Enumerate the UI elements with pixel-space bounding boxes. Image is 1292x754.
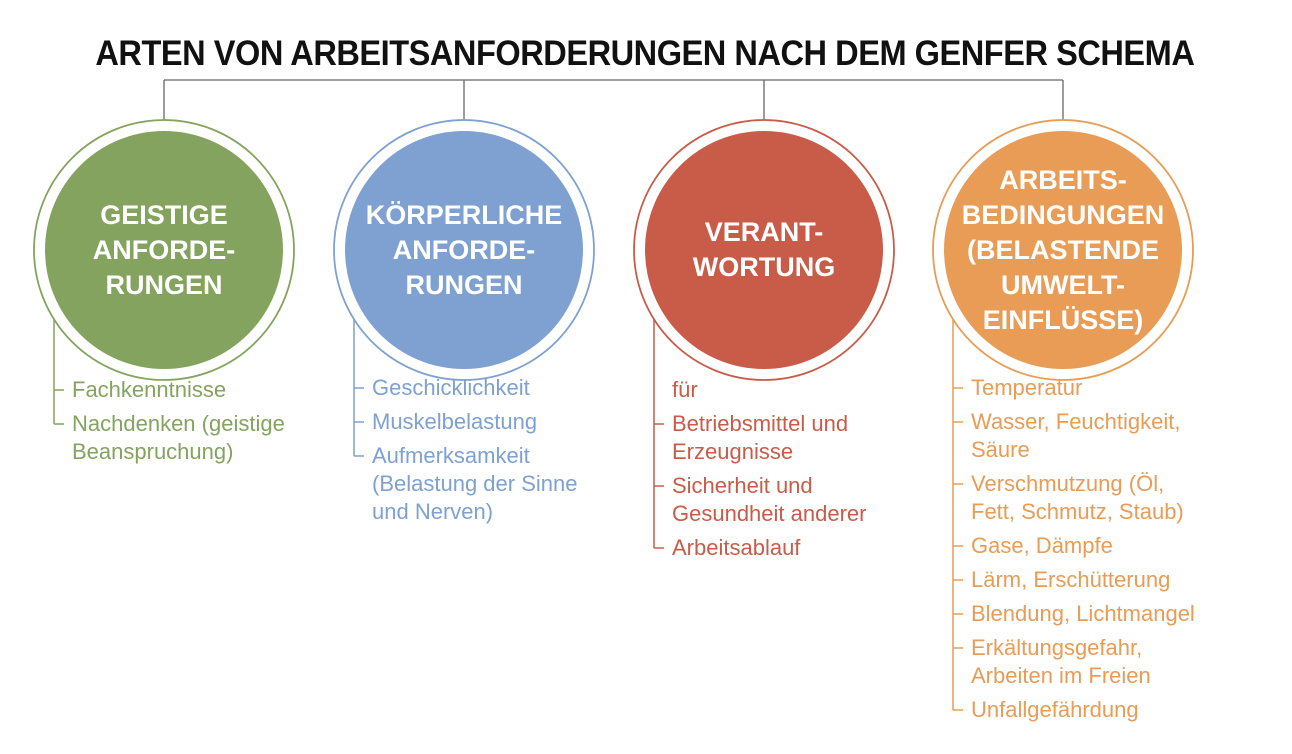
arbeitsbedingungen-list-item: Gase, Dämpfe [971,532,1113,560]
arbeitsbedingungen-list-item-line: Arbeiten im Freien [971,663,1151,688]
arbeitsbedingungen-list-item: Lärm, Erschütterung [971,566,1170,594]
koerperliche-list-item-line: Aufmerksamkeit [372,443,530,468]
arbeitsbedingungen-list-item: Unfallgefährdung [971,696,1139,724]
geistige-label-text: GEISTIGE ANFORDE- RUNGEN [93,198,236,303]
arbeitsbedingungen-list-item: Wasser, Feuchtigkeit, Säure [971,408,1180,464]
koerperliche-list-item: Muskelbelastung [372,408,537,436]
koerperliche-list-item: Geschicklichkeit [372,374,530,402]
verantwortung-list-item-line: Sicherheit und [672,473,813,498]
geistige-list-item-line: Beanspruchung) [72,439,234,464]
verantwortung-list-item-line: Arbeitsablauf [672,535,801,560]
arbeitsbedingungen-list-item: Blendung, Lichtmangel [971,600,1195,628]
koerperliche-list-item-line: Geschicklichkeit [372,375,530,400]
koerperliche-label-line: ANFORDE- [392,234,536,265]
koerperliche-list-item-line: Muskelbelastung [372,409,538,434]
arbeitsbedingungen-list-item-line: Blendung, Lichtmangel [971,601,1195,626]
geistige-list-item-line: Nachdenken (geistige [72,411,285,436]
arbeitsbedingungen-list-item: Verschmutzung (Öl, Fett, Schmutz, Staub) [971,470,1184,526]
geistige-list-item: Nachdenken (geistige Beanspruchung) [72,410,285,466]
koerperliche-label-line: RUNGEN [405,269,523,300]
arbeitsbedingungen-list-item-line: Unfallgefährdung [971,697,1139,722]
koerperliche-label-line: KÖRPERLICHE [365,199,563,230]
verantwortung-circle-label: VERANT- WORTUNG [645,131,883,369]
koerperliche-label-text: KÖRPERLICHE ANFORDE- RUNGEN [366,198,563,303]
arbeitsbedingungen-list-item-line: Säure [971,437,1030,462]
arbeitsbedingungen-list-item-line: Temperatur [971,375,1083,400]
arbeitsbedingungen-list-item-line: Verschmutzung (Öl, [971,471,1165,496]
geistige-label-line: RUNGEN [105,269,223,300]
verantwortung-list-item: Sicherheit und Gesundheit anderer [672,472,866,528]
verantwortung-label-line: VERANT- [704,217,824,247]
koerperliche-list-item-line: und Nerven) [372,499,494,524]
koerperliche-circle-label: KÖRPERLICHE ANFORDE- RUNGEN [345,131,583,369]
arbeitsbedingungen-list-item: Erkältungsgefahr, Arbeiten im Freien [971,634,1151,690]
verantwortung-list-item-line: Gesundheit anderer [672,501,867,526]
arbeitsbedingungen-circle-label: ARBEITS- BEDINGUNGEN (BELASTENDE UMWELT- EIN… [944,131,1182,369]
arbeitsbedingungen-label-line: UMWELT- [1001,269,1125,300]
arbeitsbedingungen-label-text: ARBEITS- BEDINGUNGEN (BELASTENDE UMWELT- EIN… [962,163,1165,338]
verantwortung-label-line: WORTUNG [692,252,836,282]
geistige-label-line: GEISTIGE [100,199,228,230]
arbeitsbedingungen-label-line: (BELASTENDE [966,234,1159,265]
geistige-list-item-line: Fachkenntnisse [72,377,227,402]
koerperliche-list-item: Aufmerksamkeit (Belastung der Sinne und N… [372,442,577,526]
arbeitsbedingungen-label-line: ARBEITS- [999,164,1127,195]
arbeitsbedingungen-list-item-line: Wasser, Feuchtigkeit, [971,409,1181,434]
verantwortung-list-item: Arbeitsablauf [672,534,800,562]
verantwortung-list-item: Betriebsmittel und Erzeugnisse [672,410,848,466]
geistige-circle-label: GEISTIGE ANFORDE- RUNGEN [45,131,283,369]
geistige-list-item: Fachkenntnisse [72,376,226,404]
koerperliche-list-item-line: (Belastung der Sinne [372,471,578,496]
arbeitsbedingungen-label-line: EINFLÜSSE) [982,304,1144,335]
verantwortung-list-item-line: Erzeugnisse [672,439,794,464]
arbeitsbedingungen-list-item-line: Fett, Schmutz, Staub) [971,499,1184,524]
arbeitsbedingungen-list-item-line: Lärm, Erschütterung [971,567,1171,592]
arbeitsbedingungen-list-item: Temperatur [971,374,1082,402]
geistige-label-line: ANFORDE- [92,234,236,265]
verantwortung-label-text: VERANT- WORTUNG [693,215,835,285]
arbeitsbedingungen-label-line: BEDINGUNGEN [961,199,1165,230]
arbeitsbedingungen-list-item-line: Erkältungsgefahr, [971,635,1143,660]
verantwortung-list-item-line: Betriebsmittel und [672,411,849,436]
verantwortung-intro-text: für [672,377,698,402]
arbeitsbedingungen-list-item-line: Gase, Dämpfe [971,533,1113,558]
